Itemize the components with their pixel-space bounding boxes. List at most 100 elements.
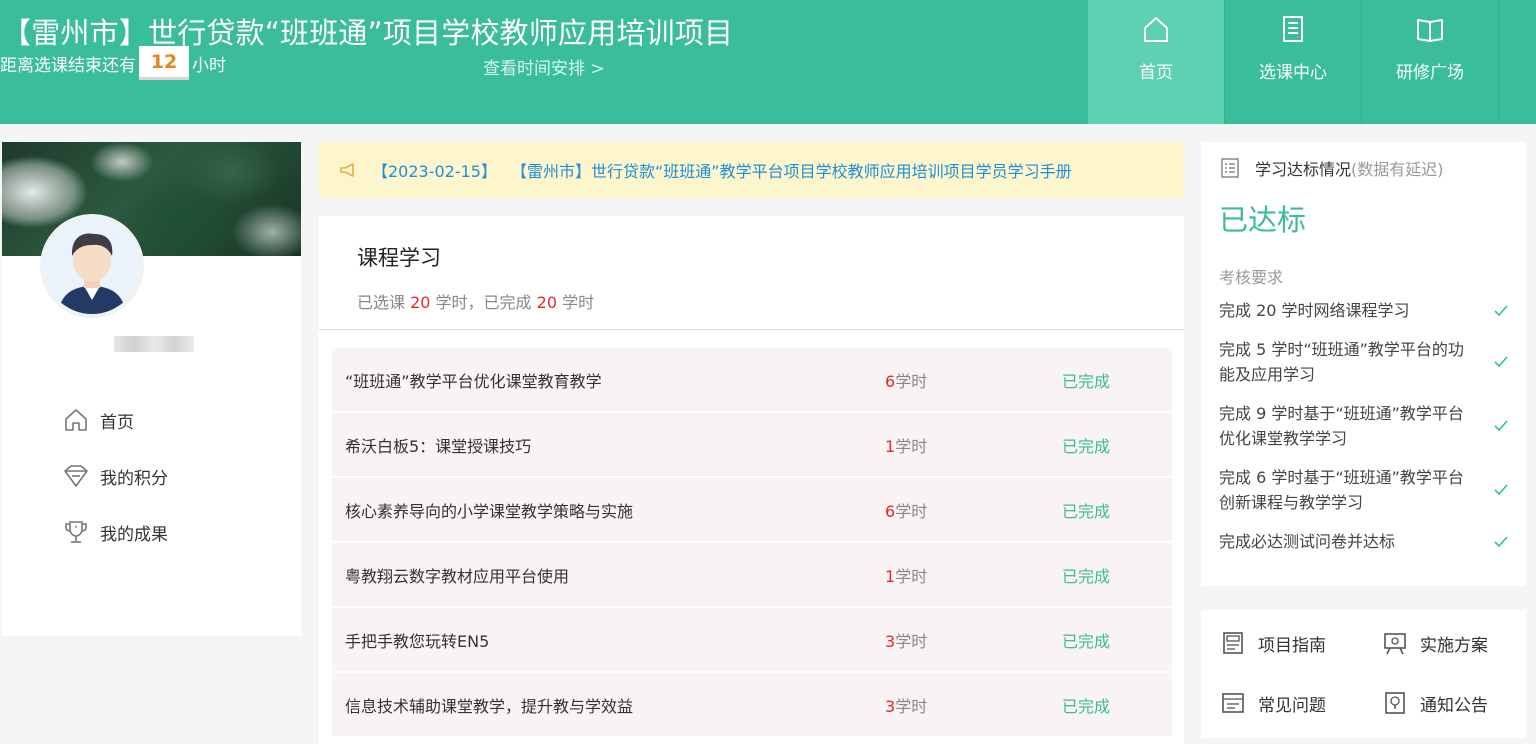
course-study-panel: 课程学习 已选课 20 学时，已完成 20 学时 “班班通”教学平台优化课堂教育… (319, 216, 1184, 744)
course-hours-value: 3 (885, 631, 896, 651)
status-badge: 已完成 (1062, 566, 1111, 586)
nav-item-course-center[interactable]: 选课中心 (1225, 0, 1362, 124)
sidebar-item-points[interactable]: 我的积分 (62, 448, 168, 504)
trophy-icon (65, 521, 87, 543)
status-badge: 已完成 (1062, 631, 1111, 651)
course-hours-value: 3 (885, 696, 896, 716)
requirement-text: 完成 20 学时网络课程学习 (1219, 301, 1410, 320)
course-name: 信息技术辅助课堂教学，提升教与学效益 (345, 696, 634, 716)
home-outline-icon (65, 409, 87, 431)
home-icon (1144, 17, 1168, 42)
course-hours-value: 6 (885, 371, 896, 391)
resource-project-guide[interactable]: 项目指南 (1220, 630, 1326, 656)
standard-state: 已达标 (1219, 203, 1307, 237)
check-icon (1494, 420, 1508, 432)
resources-panel: 项目指南 实施方案 常见问题 通知公告 (1201, 610, 1526, 738)
list-item: 完成必达测试问卷并达标 (1219, 529, 1509, 554)
resource-label: 常见问题 (1258, 695, 1326, 716)
document-list-icon (1221, 158, 1239, 178)
status-badge: 已完成 (1062, 371, 1111, 391)
course-hours-unit: 学时 (895, 371, 928, 391)
summary-selected-value: 20 (410, 293, 431, 312)
plan-icon (1384, 633, 1406, 655)
course-list: “班班通”教学平台优化课堂教育教学 6学时 已完成 希沃白板5：课堂授课技巧 1… (332, 348, 1172, 738)
side-menu: 首页 我的积分 我的成果 (62, 392, 168, 560)
course-section-title: 课程学习 (357, 246, 441, 270)
resource-faq[interactable]: 常见问题 (1220, 690, 1326, 716)
learning-standard-panel: 学习达标情况 (数据有延迟) 已达标 考核要求 完成 20 学时网络课程学习 完… (1201, 142, 1526, 586)
summary-selected-prefix: 已选课 (357, 293, 411, 312)
sidebar-item-label: 我的积分 (100, 468, 168, 489)
table-row[interactable]: 手把手教您玩转EN5 3学时 已完成 (332, 608, 1172, 671)
sidebar-item-achievements[interactable]: 我的成果 (62, 504, 168, 560)
requirement-text: 完成 9 学时基于“班班通”教学平台优化课堂教学学习 (1219, 404, 1464, 448)
list-item: 完成 5 学时“班班通”教学平台的功能及应用学习 (1219, 337, 1509, 387)
course-hours-unit: 学时 (895, 501, 928, 521)
view-schedule-link[interactable]: 查看时间安排 > (483, 54, 605, 79)
check-icon (1494, 484, 1508, 496)
notice-date: 【2023-02-15】 (372, 162, 497, 181)
requirements-label: 考核要求 (1219, 268, 1284, 287)
table-row[interactable]: 粤教翔云数字教材应用平台使用 1学时 已完成 (332, 543, 1172, 606)
sidebar-item-label: 我的成果 (100, 524, 168, 545)
faq-icon (1222, 693, 1244, 713)
username-blurred (114, 336, 194, 352)
table-row[interactable]: 信息技术辅助课堂教学，提升教与学效益 3学时 已完成 (332, 673, 1172, 736)
notice-bar[interactable]: 【2023-02-15】 【雷州市】世行贷款“班班通”教学平台项目学校教师应用培… (319, 142, 1184, 198)
notice-text: 【雷州市】世行贷款“班班通”教学平台项目学校教师应用培训项目学员学习手册 (511, 162, 1072, 181)
standard-heading: 学习达标情况 (数据有延迟) (1219, 156, 1444, 180)
table-row[interactable]: 核心素养导向的小学课堂教学策略与实施 6学时 已完成 (332, 478, 1172, 541)
status-badge: 已完成 (1062, 436, 1111, 456)
course-hours: 6学时 (885, 498, 1062, 522)
sidebar-item-label: 首页 (100, 412, 134, 433)
resource-label: 项目指南 (1258, 635, 1326, 656)
course-name: 手把手教您玩转EN5 (345, 631, 490, 651)
avatar[interactable] (40, 214, 144, 318)
countdown-hours: 12 (139, 46, 189, 80)
top-header: 【雷州市】世行贷款“班班通”项目学校教师应用培训项目 距离选课结束还有 12 小… (0, 0, 1536, 124)
course-name: 希沃白板5：课堂授课技巧 (345, 436, 532, 456)
course-hours-unit: 学时 (895, 566, 928, 586)
countdown-unit: 小时 (192, 55, 226, 76)
course-hours: 3学时 (885, 628, 1062, 652)
points-gem-icon (64, 465, 88, 487)
requirement-text: 完成 6 学时基于“班班通”教学平台创新课程与教学学习 (1219, 468, 1464, 512)
nav-item-home[interactable]: 首页 (1088, 0, 1225, 124)
list-item: 完成 9 学时基于“班班通”教学平台优化课堂教学学习 (1219, 401, 1509, 451)
nav-item-training-square[interactable]: 研修广场 (1362, 0, 1499, 124)
course-hours-value: 1 (885, 436, 896, 456)
course-hours: 1学时 (885, 433, 1062, 457)
announcement-icon (1385, 692, 1405, 714)
main-nav: 首页 选课中心 研修广场 (1088, 0, 1534, 124)
course-name: 核心素养导向的小学课堂教学策略与实施 (345, 501, 634, 521)
course-name: “班班通”教学平台优化课堂教育教学 (345, 371, 602, 391)
standard-heading-note: (数据有延迟) (1351, 160, 1444, 179)
resource-announcements[interactable]: 通知公告 (1382, 690, 1488, 716)
sidebar-item-home[interactable]: 首页 (62, 392, 168, 448)
table-row[interactable]: 希沃白板5：课堂授课技巧 1学时 已完成 (332, 413, 1172, 476)
standard-heading-text: 学习达标情况 (1255, 160, 1352, 179)
resource-implementation-plan[interactable]: 实施方案 (1382, 630, 1488, 656)
check-icon (1494, 535, 1508, 547)
table-row[interactable]: “班班通”教学平台优化课堂教育教学 6学时 已完成 (332, 348, 1172, 411)
status-badge: 已完成 (1062, 696, 1111, 716)
course-name: 粤教翔云数字教材应用平台使用 (345, 566, 570, 586)
summary-selected-suffix: 学时，已完成 (430, 293, 537, 312)
requirement-text: 完成 5 学时“班班通”教学平台的功能及应用学习 (1219, 340, 1464, 384)
check-icon (1494, 304, 1508, 316)
resource-label: 通知公告 (1420, 695, 1488, 716)
nav-label-training-square: 研修广场 (1396, 63, 1464, 83)
course-hours-value: 6 (885, 501, 896, 521)
user-avatar-icon (44, 218, 140, 314)
countdown-prefix: 距离选课结束还有 (0, 55, 136, 76)
course-hours: 6学时 (885, 368, 1062, 392)
status-badge: 已完成 (1062, 501, 1111, 521)
list-item: 完成 20 学时网络课程学习 (1219, 298, 1509, 323)
summary-completed-value: 20 (536, 293, 557, 312)
megaphone-icon (340, 163, 354, 177)
course-hours: 1学时 (885, 563, 1062, 587)
summary-completed-suffix: 学时 (557, 293, 595, 312)
course-summary: 已选课 20 学时，已完成 20 学时 (357, 289, 594, 313)
open-book-icon (1417, 19, 1443, 42)
